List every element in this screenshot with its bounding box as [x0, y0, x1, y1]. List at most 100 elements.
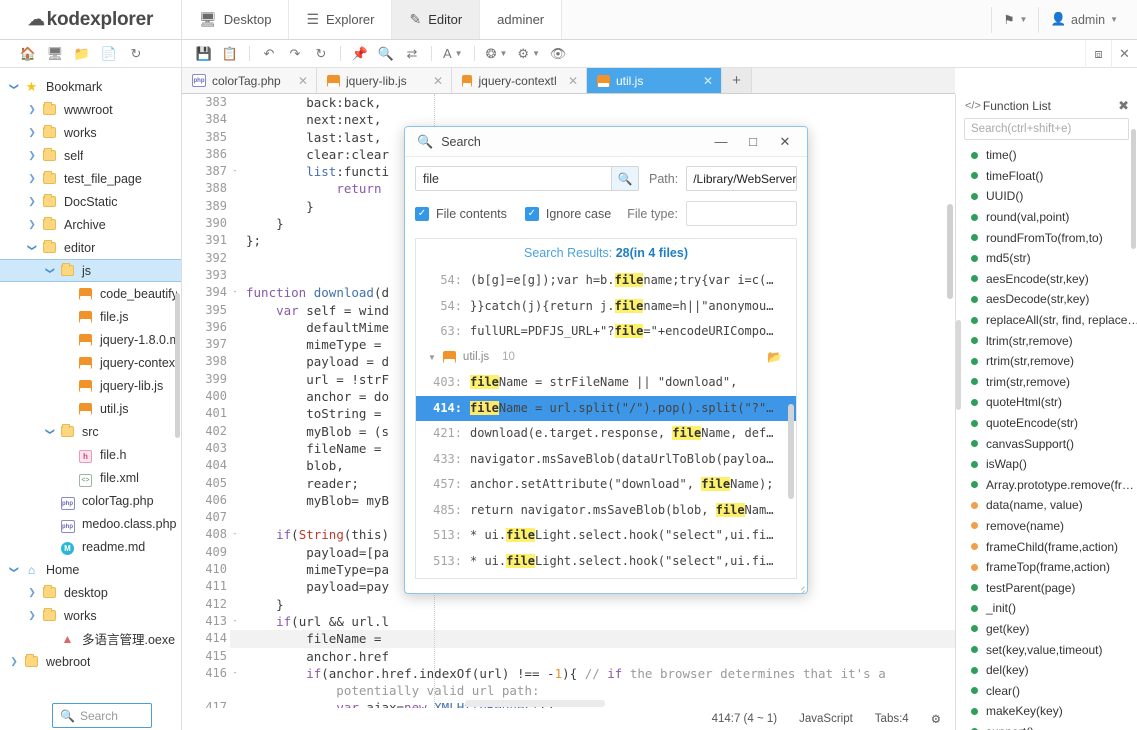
fold-toggle-icon[interactable]	[230, 492, 240, 509]
close-icon[interactable]: ✕	[292, 74, 308, 88]
close-icon[interactable]: ✕	[1111, 39, 1137, 68]
chevron-right-icon[interactable]: ❯	[24, 127, 40, 138]
function-list-item[interactable]: md5(str)	[959, 248, 1137, 269]
tree-item-jquery-1-8-0-min[interactable]: jquery-1.8.0.min.	[0, 328, 181, 351]
tree-scrollbar[interactable]	[175, 293, 180, 438]
theme-icon[interactable]: ❂ ▼	[482, 43, 512, 65]
chevron-down-icon[interactable]: ❯	[27, 240, 38, 256]
copy-icon[interactable]: 📋	[218, 43, 242, 65]
fold-toggle-icon[interactable]	[230, 336, 240, 353]
function-list-item[interactable]: _init()	[959, 598, 1137, 619]
function-list-item[interactable]: clear()	[959, 680, 1137, 701]
tree-item-test-file-page[interactable]: ❯ test_file_page	[0, 167, 181, 190]
fold-toggle-icon[interactable]	[230, 198, 240, 215]
chevron-down-icon[interactable]: ❯	[9, 562, 20, 578]
function-list-item[interactable]: aesDecode(str,key)	[959, 289, 1137, 310]
tree-item-util-js[interactable]: util.js	[0, 397, 181, 420]
editor-tab-jquery-contextmer[interactable]: jquery-contextMer ✕	[452, 68, 587, 93]
tree-item-file-xml[interactable]: <> file.xml	[0, 466, 181, 489]
tree-item-desktop[interactable]: ❯ desktop	[0, 581, 181, 604]
tree-item-self[interactable]: ❯ self	[0, 144, 181, 167]
chevron-right-icon[interactable]: ❯	[24, 587, 40, 598]
app-logo[interactable]: ☁ kodexplorer	[0, 0, 182, 39]
tree-item-jquery-lib-js[interactable]: jquery-lib.js	[0, 374, 181, 397]
close-icon[interactable]: ✖	[1118, 98, 1129, 114]
function-list-item[interactable]: timeFloat()	[959, 166, 1137, 187]
fold-toggle-icon[interactable]	[230, 302, 240, 319]
tree-item-webroot[interactable]: ❯ webroot	[0, 650, 181, 673]
undo-icon[interactable]: ↶	[257, 43, 281, 65]
home-icon[interactable]: 🏠	[16, 43, 40, 65]
fold-toggle-icon[interactable]: -	[230, 284, 240, 301]
function-list-item[interactable]: quoteEncode(str)	[959, 413, 1137, 434]
tree-item-oexe[interactable]: ▲ 多语言管理.oexe	[0, 627, 181, 650]
search-query-input[interactable]: file	[415, 166, 611, 191]
search-result-row[interactable]: 513: * ui.fileLight.select.hook("select",…	[416, 549, 796, 575]
function-list-item[interactable]: ltrim(str,remove)	[959, 330, 1137, 351]
search-result-row[interactable]: 513: * ui.fileLight.select.hook("select",…	[416, 523, 796, 549]
fold-toggle-icon[interactable]	[230, 94, 240, 111]
function-list-item[interactable]: remove(name)	[959, 516, 1137, 537]
tree-item-wwwroot[interactable]: ❯ wwwroot	[0, 98, 181, 121]
path-input[interactable]: /Library/WebServer/D	[686, 166, 797, 191]
editor-tab-util-js[interactable]: util.js ✕	[587, 68, 722, 93]
nav-tab-desktop[interactable]: 🖥 Desktop	[182, 0, 290, 39]
chevron-right-icon[interactable]: ❯	[6, 656, 22, 667]
tree-item-bookmark[interactable]: ❯ ★ Bookmark	[0, 75, 181, 98]
minimize-icon[interactable]: —	[707, 130, 735, 154]
chevron-down-icon[interactable]: ▼	[428, 353, 436, 362]
chevron-down-icon[interactable]: ❯	[45, 424, 56, 440]
fullscreen-icon[interactable]: ⧈	[1085, 39, 1111, 68]
tree-item-src[interactable]: ❯ src	[0, 420, 181, 443]
function-list-item[interactable]: replaceAll(str, find, replace…	[959, 310, 1137, 331]
search-result-row[interactable]: 54: (b[g]=e[g]);var h=b.filename;try{var …	[416, 268, 796, 294]
function-list-item[interactable]: set(key,value,timeout)	[959, 639, 1137, 660]
fold-toggle-icon[interactable]: -	[230, 163, 240, 180]
chevron-right-icon[interactable]: ❯	[24, 219, 40, 230]
eye-icon[interactable]: 👁	[546, 43, 570, 65]
fold-toggle-icon[interactable]	[230, 561, 240, 578]
fold-toggle-icon[interactable]	[230, 423, 240, 440]
tree-item-code-beautify-js[interactable]: code_beautify.js	[0, 282, 181, 305]
fold-toggle-icon[interactable]	[230, 509, 240, 526]
language-flag-button[interactable]: ⚑ ▼	[991, 6, 1038, 33]
new-tab-button[interactable]: +	[722, 68, 752, 93]
search-result-row[interactable]: 421: download(e.target.response, fileName…	[416, 421, 796, 447]
ignore-case-checkbox[interactable]: ✓ Ignore case	[524, 206, 611, 221]
nav-tab-adminer[interactable]: adminer	[480, 0, 563, 39]
search-result-row[interactable]: 63: fullURL=PDFJS_URL+"?file="+encodeURIC…	[416, 319, 796, 345]
tree-search-input[interactable]: 🔍 Search	[52, 703, 152, 728]
code-line[interactable]: 383 back:back,	[182, 94, 955, 112]
fold-toggle-icon[interactable]	[230, 215, 240, 232]
file-contents-checkbox[interactable]: ✓ File contents	[415, 206, 507, 221]
chevron-down-icon[interactable]: ❯	[45, 263, 56, 279]
save-icon[interactable]: 💾	[192, 43, 216, 65]
fold-toggle-icon[interactable]	[230, 129, 240, 146]
tree-item-works[interactable]: ❯ works	[0, 121, 181, 144]
chevron-right-icon[interactable]: ❯	[24, 173, 40, 184]
search-result-row[interactable]: 485: return navigator.msSaveBlob(blob, fi…	[416, 498, 796, 524]
chevron-down-icon[interactable]: ❯	[9, 79, 20, 95]
language-mode[interactable]: JavaScript	[799, 713, 853, 725]
chevron-right-icon[interactable]: ❯	[24, 610, 40, 621]
function-list-item[interactable]: frameChild(frame,action)	[959, 536, 1137, 557]
editor-tab-jquery-lib-js[interactable]: jquery-lib.js ✕	[317, 68, 452, 93]
shuffle-icon[interactable]: ⇄	[400, 43, 424, 65]
tree-item-docstatic[interactable]: ❯ DocStatic	[0, 190, 181, 213]
search-result-row[interactable]: 1210:file: (a.pathname.match(/\/([^\/?#]…	[416, 574, 796, 578]
close-icon[interactable]: ✕	[697, 74, 713, 88]
chevron-right-icon[interactable]: ❯	[24, 104, 40, 115]
fold-toggle-icon[interactable]	[230, 440, 240, 457]
fold-toggle-icon[interactable]	[230, 630, 240, 647]
code-line[interactable]: 415 anchor.href	[182, 647, 955, 665]
code-line[interactable]: 416- if(anchor.href.indexOf(url) !== -1)…	[182, 664, 955, 683]
code-scrollbar-vertical[interactable]	[947, 204, 953, 299]
search-result-row[interactable]: 457: anchor.setAttribute("download", file…	[416, 472, 796, 498]
tree-item-archive[interactable]: ❯ Archive	[0, 213, 181, 236]
dialog-resize-handle[interactable]	[795, 581, 805, 591]
code-line[interactable]: 413- if(url && url.l	[182, 612, 955, 631]
function-list-item[interactable]: canvasSupport()	[959, 433, 1137, 454]
function-list-item[interactable]: data(name, value)	[959, 495, 1137, 516]
function-list-item[interactable]: get(key)	[959, 619, 1137, 640]
tree-item-file-js[interactable]: file.js	[0, 305, 181, 328]
